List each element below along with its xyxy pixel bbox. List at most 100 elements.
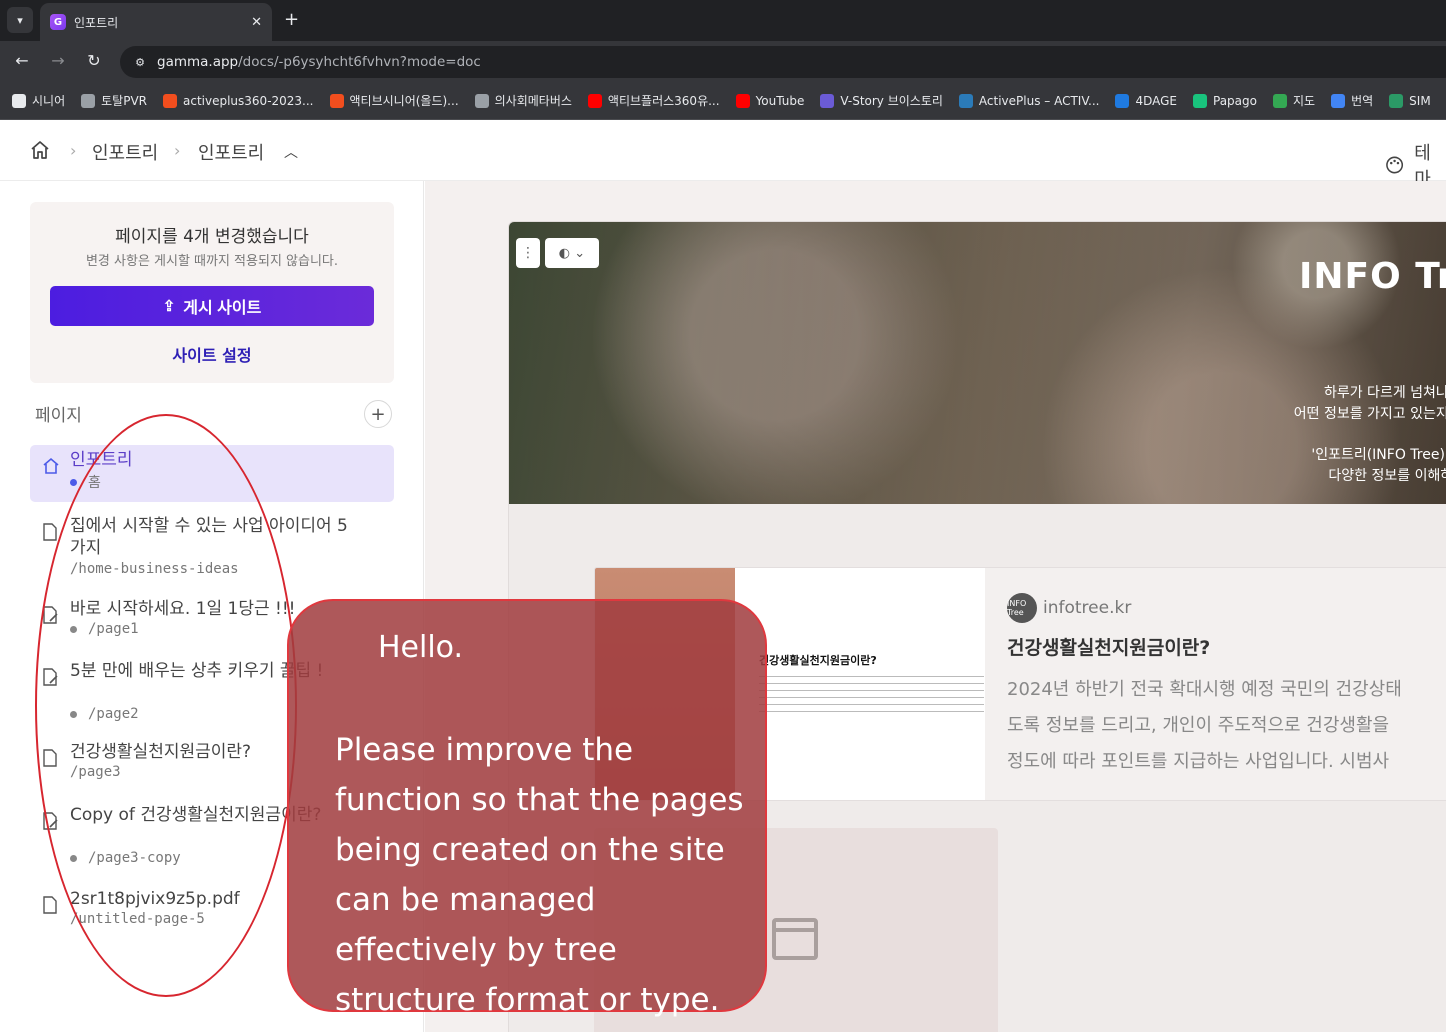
figma-icon [163,93,177,108]
bookmark-item[interactable]: 번역 [1331,92,1373,109]
bookmark-label: 시니어 [32,94,66,108]
home-page-icon [43,457,59,474]
bookmark-label: 4DAGE [1135,93,1177,108]
banner-text-line: 하루가 다르게 넘쳐나는 다 [1323,385,1446,401]
unpublished-dot [70,478,77,486]
globe-icon [81,93,96,108]
url-text: gamma.app/docs/-p6ysyhcht6fvhvn?mode=doc [157,54,481,70]
drag-handle-icon[interactable]: ⋮ [516,238,540,268]
bookmark-label: ActivePlus – ACTIV... [978,93,1100,108]
youtube-icon [735,93,750,108]
annotation-greeting: Hello. [378,630,464,665]
chevron-right-icon: › [70,141,77,160]
thumbnail-text-lines [759,676,984,716]
site-settings-link[interactable]: 사이트 설정 [30,342,394,366]
publish-button-label: 게시 사이트 [183,300,262,317]
bookmark-label: Papago [1213,93,1257,108]
link-body: INFO Tree infotree.kr 건강생활실천지원금이란? 2024년… [985,568,1446,800]
upload-icon: ⇪ [162,298,176,315]
bookmark-item[interactable]: 4DAGE [1115,93,1177,108]
block-style-button[interactable]: ◐ ⌄ [545,238,599,268]
browser-tab-strip: ▾ G 인포트리 ✕ + [0,0,1446,41]
vstory-icon [820,93,835,108]
bookmark-label: 지도 [1292,94,1316,108]
link-description: 2024년 하반기 전국 확대시행 예정 국민의 건강상태 도록 정보를 드리고… [1007,679,1402,772]
sim-icon [1389,93,1404,108]
link-site: INFO Tree infotree.kr [1007,593,1131,623]
figma-icon [329,93,344,108]
reload-icon[interactable]: ↻ [84,51,104,70]
browser-tab[interactable]: G 인포트리 ✕ [40,3,272,41]
annotation-oval [35,414,297,997]
bookmark-item[interactable]: 의사회메타버스 [474,92,572,109]
pages-section-label: 페이지 [35,406,82,426]
new-tab-icon[interactable]: + [284,9,299,30]
breadcrumb-item[interactable]: 인포트리 [198,139,264,165]
palette-icon [1386,156,1404,174]
folder-icon [12,93,26,108]
bookmark-item[interactable]: ActivePlus – ACTIV... [958,93,1100,108]
gamma-favicon-icon: G [50,14,66,30]
hero-banner-image: INFO Tree 하루가 다르게 넘쳐나는 다 어떤 정보를 가지고 있는지 … [509,222,1446,504]
globe-icon [474,93,489,108]
breadcrumb-item[interactable]: 인포트리 [92,139,158,165]
forward-arrow-icon[interactable]: → [48,51,68,70]
thumbnail-heading: 건강생활실천지원금이란? [759,654,877,667]
map-pin-icon [1272,93,1287,108]
bookmark-item[interactable]: V-Story 브이스토리 [820,92,943,109]
youtube-icon [587,93,602,108]
translate-icon [1331,93,1346,108]
bookmarks-bar: 시니어 토탈PVR activeplus360-2023... 액티브시니어(올드).… [0,82,1446,120]
site-domain: infotree.kr [1043,598,1132,618]
block-toolbar: ⋮ ◐ ⌄ [516,238,599,268]
bookmark-item[interactable]: YouTube [735,93,804,108]
bookmark-item[interactable]: 액티브시니어(올드)... [329,92,459,109]
tab-close-icon[interactable]: ✕ [251,15,262,30]
bookmark-label: 의사회메타버스 [494,94,572,108]
bookmark-item[interactable]: 시니어 [12,92,65,109]
bookmark-label: V-Story 브이스토리 [840,94,943,108]
bookmark-item[interactable]: 토탈PVR [81,92,147,109]
page-icon [43,523,57,541]
site-favicon-icon: INFO Tree [1007,593,1037,623]
bookmark-item[interactable]: 지도 [1272,92,1316,109]
banner-text-line: 어떤 정보를 가지고 있는지 중요 [1293,406,1446,422]
page-icon [43,896,57,914]
site-info-icon[interactable]: ⚙ [130,52,150,72]
chevron-right-icon: › [174,141,181,160]
4dage-icon [1115,93,1130,108]
app-header: › 인포트리 › 인포트리 ︿ 테마 [0,120,1446,190]
plus-icon: + [370,403,386,425]
window-icon [772,918,818,960]
chevron-down-icon: ⌄ [574,245,586,261]
home-icon[interactable] [30,140,50,160]
wordpress-icon [958,93,973,108]
annotation-message: Please improve the function so that the … [335,732,744,1018]
back-arrow-icon[interactable]: ← [12,51,32,70]
banner-title: INFO Tree [1299,256,1446,297]
link-title: 건강생활실천지원금이란? [1007,637,1211,659]
bookmark-label: SIM [1409,93,1431,108]
add-page-button[interactable]: + [364,400,392,428]
bookmark-item[interactable]: Papago [1193,93,1257,108]
bookmark-label: activeplus360-2023... [183,93,314,108]
annotation-bubble: Hello. Please improve the function so th… [287,599,767,1018]
address-bar[interactable]: ⚙ gamma.app/docs/-p6ysyhcht6fvhvn?mode=d… [120,46,1446,78]
bookmark-item[interactable]: activeplus360-2023... [163,93,314,108]
publish-card-title: 페이지를 4개 변경했습니다 [115,227,309,247]
banner-text-line: '인포트리(INFO Tree)'는 여 [1311,447,1446,463]
palette-icon: ◐ [558,245,571,261]
bookmark-label: 액티브시니어(올드)... [349,94,459,108]
thumbnail-page: 건강생활실천지원금이란? [735,568,985,800]
bookmark-label: 번역 [1351,94,1374,108]
tab-search-dropdown-icon[interactable]: ▾ [7,7,33,33]
bookmark-item[interactable]: 액티브플러스360유... [587,92,720,109]
bookmark-item[interactable]: SIM [1389,93,1431,108]
publish-card: 페이지를 4개 변경했습니다 변경 사항은 게시할 때까지 적용되지 않습니다.… [30,202,394,383]
papago-icon [1193,93,1207,108]
chevron-up-icon[interactable]: ︿ [284,142,298,162]
tab-title: 인포트리 [74,15,119,30]
publish-card-subtitle: 변경 사항은 게시할 때까지 적용되지 않습니다. [85,254,339,269]
publish-site-button[interactable]: ⇪ 게시 사이트 [50,286,374,326]
banner-text-line: 다양한 정보를 이해하기쉽 [1328,468,1446,484]
